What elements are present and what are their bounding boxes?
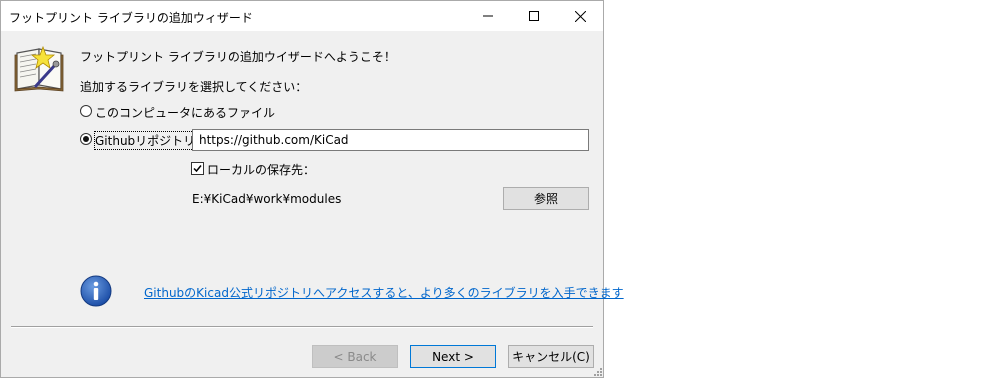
back-button[interactable]: < Back bbox=[312, 345, 398, 368]
wizard-book-icon bbox=[14, 45, 64, 92]
github-repo-link[interactable]: GithubのKicad公式リポジトリへアクセスすると、より多くのライブラリを入… bbox=[144, 284, 624, 301]
radio-github-label[interactable]: Githubリポジトリ bbox=[93, 131, 197, 150]
resize-grip-icon[interactable] bbox=[593, 367, 603, 377]
local-copy-label[interactable]: ローカルの保存先： bbox=[207, 161, 315, 178]
window-title: フットプリント ライブラリの追加ウィザード bbox=[9, 11, 253, 25]
maximize-icon bbox=[529, 11, 539, 21]
radio-local-files-label[interactable]: このコンピュータにあるファイル bbox=[95, 104, 275, 121]
title-bar: フットプリント ライブラリの追加ウィザード bbox=[1, 1, 603, 31]
cancel-button[interactable]: キャンセル(C) bbox=[508, 345, 594, 368]
close-button[interactable] bbox=[557, 1, 603, 31]
browse-button[interactable]: 参照 bbox=[503, 187, 589, 210]
minimize-icon bbox=[483, 15, 493, 17]
wizard-window: フットプリント ライブラリの追加ウィザード フットプリント ライブラリの追加ウイ… bbox=[0, 0, 624, 378]
next-button[interactable]: Next > bbox=[410, 345, 496, 368]
maximize-button[interactable] bbox=[511, 1, 557, 31]
footer-separator bbox=[11, 326, 593, 328]
minimize-button[interactable] bbox=[465, 1, 511, 31]
local-path-text: E:¥KiCad¥work¥modules bbox=[192, 192, 342, 206]
info-icon bbox=[80, 275, 112, 307]
checkmark-icon bbox=[193, 165, 202, 173]
local-copy-checkbox[interactable] bbox=[191, 162, 204, 175]
close-icon bbox=[574, 10, 586, 22]
wizard-heading: フットプリント ライブラリの追加ウイザードへようこそ！ bbox=[80, 50, 396, 64]
radio-github[interactable] bbox=[80, 133, 92, 145]
github-url-input[interactable]: https://github.com/KiCad bbox=[192, 129, 589, 151]
select-library-prompt: 追加するライブラリを選択してください： bbox=[80, 80, 308, 94]
radio-local-files[interactable] bbox=[80, 105, 92, 117]
